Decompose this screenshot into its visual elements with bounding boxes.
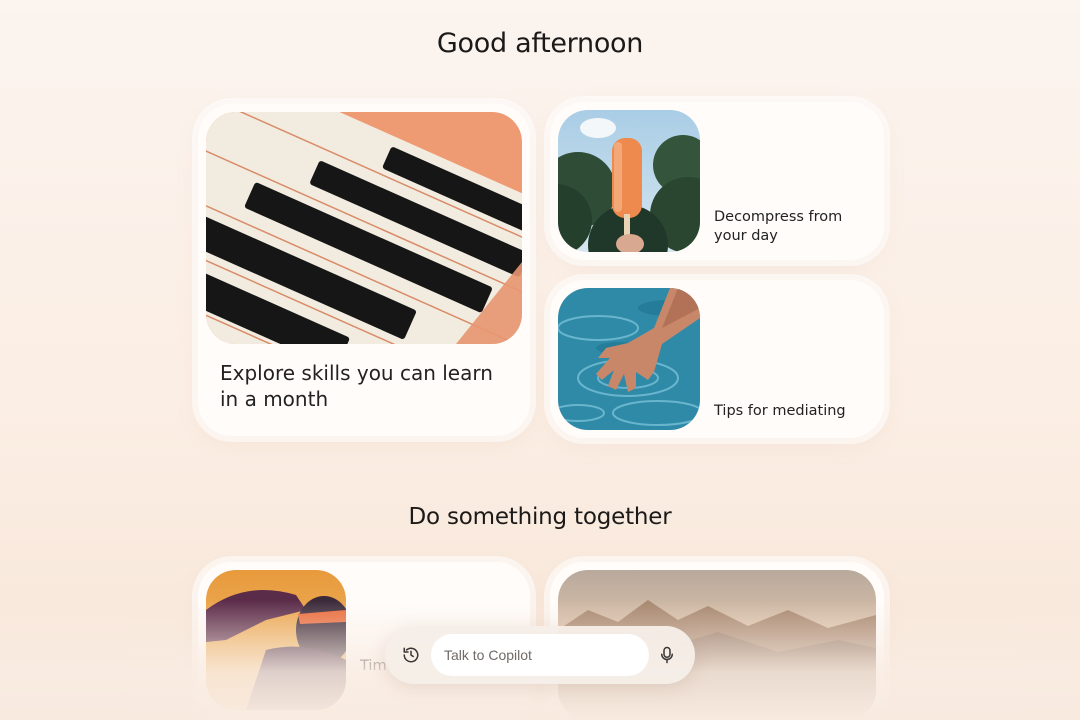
card-mediating[interactable]: Tips for mediating [550, 280, 884, 438]
popsicle-image [558, 110, 700, 252]
history-icon[interactable] [399, 643, 423, 667]
card-label: Explore skills you can learn in a month [220, 361, 493, 411]
card-label: Tim [360, 658, 387, 674]
runner-image [206, 570, 346, 710]
piano-keys-image [206, 112, 522, 344]
talk-to-copilot-input[interactable] [431, 634, 649, 676]
card-label: Tips for mediating [714, 403, 846, 419]
card-explore-skills[interactable]: Explore skills you can learn in a month [198, 104, 530, 436]
hand-in-water-image [558, 288, 700, 430]
card-decompress[interactable]: Decompress from your day [550, 102, 884, 260]
card-label: Decompress from your day [714, 209, 843, 244]
greeting-title: Good afternoon [436, 28, 644, 59]
chat-composer [385, 626, 695, 684]
section-title: Do something together [408, 504, 672, 530]
microphone-icon[interactable] [655, 643, 679, 667]
